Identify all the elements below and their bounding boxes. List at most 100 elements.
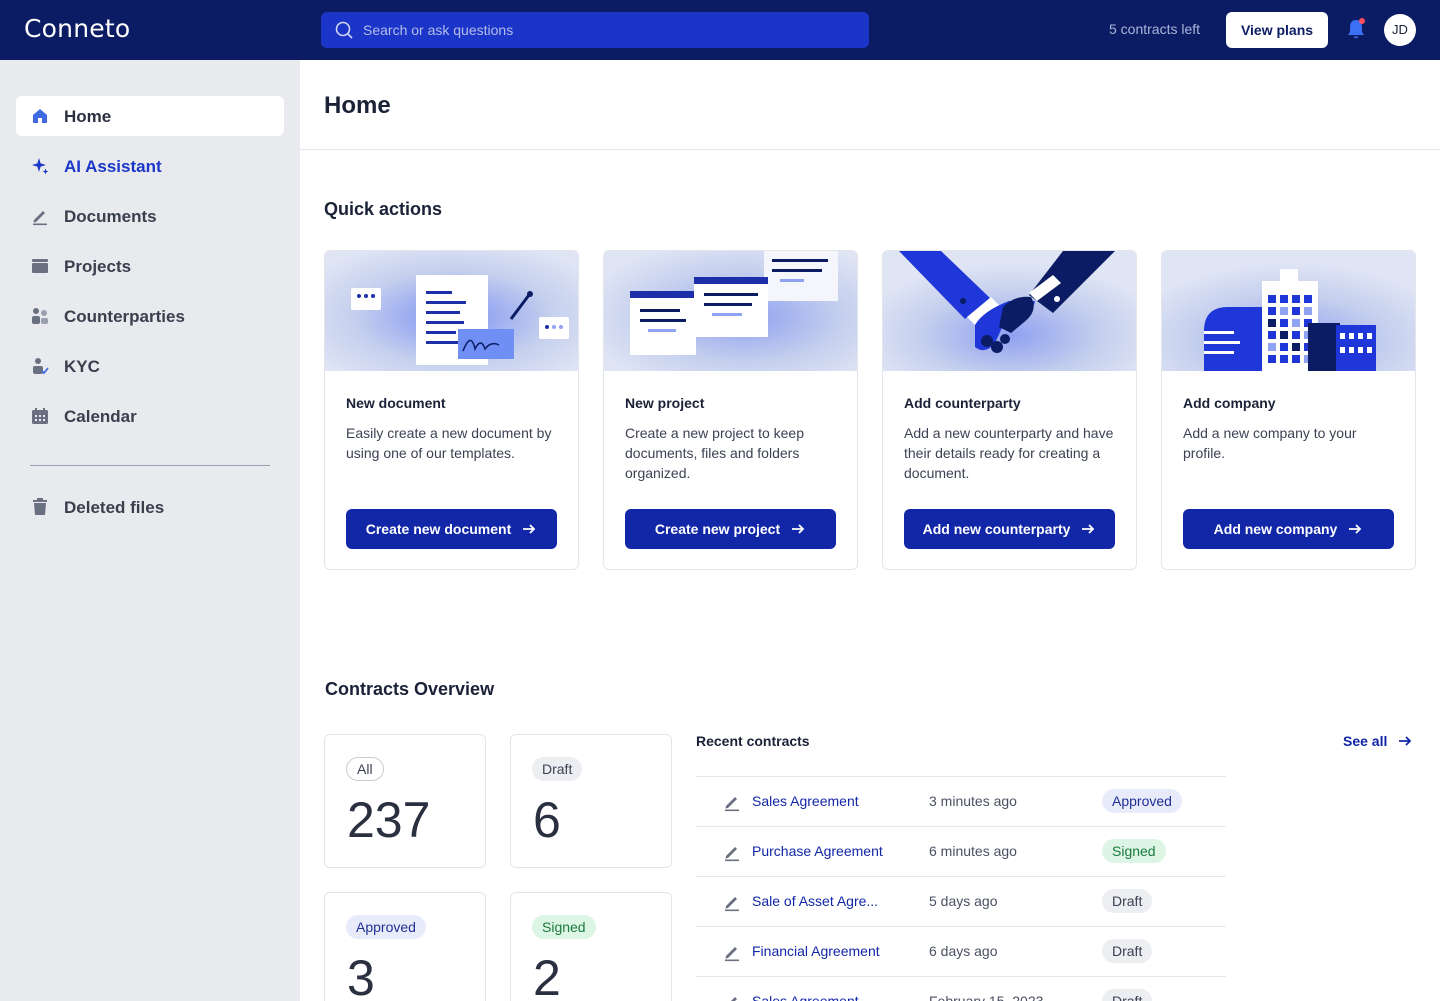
calendar-icon [32, 408, 48, 424]
pen-icon [725, 947, 739, 962]
pen-icon [731, 997, 737, 1001]
contracts-left-label: 5 contracts left [1109, 21, 1201, 37]
arrow-right-icon [523, 524, 536, 534]
status-badge: Draft [1102, 989, 1153, 1001]
search-icon [335, 21, 353, 39]
sidebar-item-counterparties[interactable]: Counterparties [16, 296, 284, 336]
quick-action-card-new-document: New document Easily create a new documen… [324, 250, 579, 570]
project-illustration-icon [604, 251, 857, 371]
create-new-document-button[interactable]: Create new document [346, 509, 557, 549]
quick-action-card-add-counterparty: Add counterparty Add a new counterparty … [882, 250, 1137, 570]
table-row[interactable]: Sales Agreement February 15, 2023 Draft [696, 976, 1226, 1001]
user-check-icon [33, 358, 49, 375]
table-row[interactable]: Sales Agreement 3 minutes ago Approved [696, 776, 1226, 826]
status-badge: Approved [346, 915, 426, 939]
add-new-company-button[interactable]: Add new company [1183, 509, 1394, 549]
status-badge: Approved [1102, 789, 1182, 813]
sidebar-item-calendar[interactable]: Calendar [16, 396, 284, 436]
view-plans-button[interactable]: View plans [1226, 12, 1328, 48]
sidebar-item-label: Home [64, 107, 112, 126]
arrow-right-icon [792, 524, 805, 534]
stat-card-draft[interactable]: Draft 6 [510, 734, 672, 868]
contract-time: 5 days ago [929, 893, 998, 909]
card-title: New project [625, 395, 705, 411]
app-logo[interactable]: Conneto [24, 14, 130, 43]
create-new-project-button[interactable]: Create new project [625, 509, 836, 549]
search-bar[interactable] [321, 12, 869, 48]
status-badge: Draft [1102, 889, 1153, 913]
sidebar-item-projects[interactable]: Projects [16, 246, 284, 286]
quick-actions-title: Quick actions [324, 199, 443, 219]
sidebar-item-kyc[interactable]: KYC [16, 346, 284, 386]
button-label: Add new counterparty [922, 521, 1071, 537]
document-illustration-icon [325, 251, 578, 371]
button-label: Create new project [654, 521, 781, 537]
status-badge: Signed [1102, 839, 1166, 863]
card-description: Create a new project to keep documents, … [625, 425, 804, 481]
table-row[interactable]: Sale of Asset Agre... 5 days ago Draft [696, 876, 1226, 926]
contract-time: 3 minutes ago [929, 793, 1017, 809]
pen-icon [725, 797, 739, 812]
sidebar-item-ai-assistant[interactable]: AI Assistant [16, 146, 284, 186]
status-badge: Signed [532, 915, 596, 939]
folder-icon [32, 259, 48, 273]
contract-name-link[interactable]: Financial Agreement [752, 943, 880, 959]
button-label: Create new document [365, 521, 512, 537]
table-row[interactable]: Financial Agreement 6 days ago Draft [696, 926, 1226, 976]
sidebar-item-deleted-files[interactable]: Deleted files [16, 487, 284, 527]
card-description: Easily create a new document by using on… [346, 425, 552, 461]
add-new-counterparty-button[interactable]: Add new counterparty [904, 509, 1115, 549]
arrow-right-icon [1349, 524, 1362, 534]
sidebar: Home AI Assistant Documents Projects Cou… [0, 60, 300, 1001]
arrow-right-icon [1399, 736, 1412, 746]
pen-icon [33, 211, 47, 226]
sidebar-item-documents[interactable]: Documents [16, 196, 284, 236]
stat-card-signed[interactable]: Signed 2 [510, 892, 672, 1001]
people-icon [32, 308, 48, 324]
table-row[interactable]: Purchase Agreement 6 minutes ago Signed [696, 826, 1226, 876]
sidebar-divider [30, 465, 270, 466]
card-title: Add company [1183, 395, 1276, 411]
pen-icon [725, 897, 739, 912]
stat-value: 237 [347, 792, 431, 848]
avatar[interactable]: JD [1384, 14, 1416, 46]
company-illustration-icon [1162, 251, 1415, 371]
status-badge: Draft [532, 757, 583, 781]
contracts-overview-title: Contracts Overview [325, 679, 495, 699]
trash-icon [33, 498, 47, 515]
contract-name-link[interactable]: Sale of Asset Agre... [752, 893, 878, 909]
see-all-link[interactable]: See all [1343, 733, 1413, 749]
sidebar-item-label: Documents [64, 207, 157, 226]
contract-name-link[interactable]: Sales Agreement [752, 993, 859, 1001]
contract-time: February 15, 2023 [929, 993, 1044, 1001]
see-all-label: See all [1343, 733, 1388, 749]
status-badge: All [346, 757, 384, 781]
card-title: Add counterparty [904, 395, 1021, 411]
stat-value: 3 [347, 950, 375, 1001]
sidebar-item-label: AI Assistant [64, 157, 162, 176]
button-label: Add new company [1213, 521, 1338, 537]
search-input[interactable] [363, 12, 853, 48]
sidebar-item-label: Projects [64, 257, 132, 276]
recent-contracts-title: Recent contracts [696, 733, 810, 749]
page-header: Home [300, 60, 1440, 150]
stat-card-approved[interactable]: Approved 3 [324, 892, 486, 1001]
sidebar-item-label: Calendar [64, 407, 137, 426]
home-icon [33, 109, 47, 123]
contract-name-link[interactable]: Purchase Agreement [752, 843, 883, 859]
contract-name-link[interactable]: Sales Agreement [752, 793, 859, 809]
bell-icon[interactable] [1345, 17, 1367, 41]
card-description: Add a new counterparty and have their de… [904, 425, 1114, 481]
status-badge: Draft [1102, 939, 1153, 963]
stat-value: 2 [533, 950, 561, 1001]
arrow-right-icon [1082, 524, 1095, 534]
quick-action-card-new-project: New project Create a new project to keep… [603, 250, 858, 570]
card-description: Add a new company to your profile. [1183, 425, 1357, 461]
sparkle-icon [32, 158, 49, 175]
stat-card-all[interactable]: All 237 [324, 734, 486, 868]
sidebar-item-label: Counterparties [64, 307, 185, 326]
quick-action-card-add-company: Add company Add a new company to your pr… [1161, 250, 1416, 570]
sidebar-item-home[interactable]: Home [16, 96, 284, 136]
contract-time: 6 days ago [929, 943, 998, 959]
top-bar: Conneto 5 contracts left View plans JD [0, 0, 1440, 60]
